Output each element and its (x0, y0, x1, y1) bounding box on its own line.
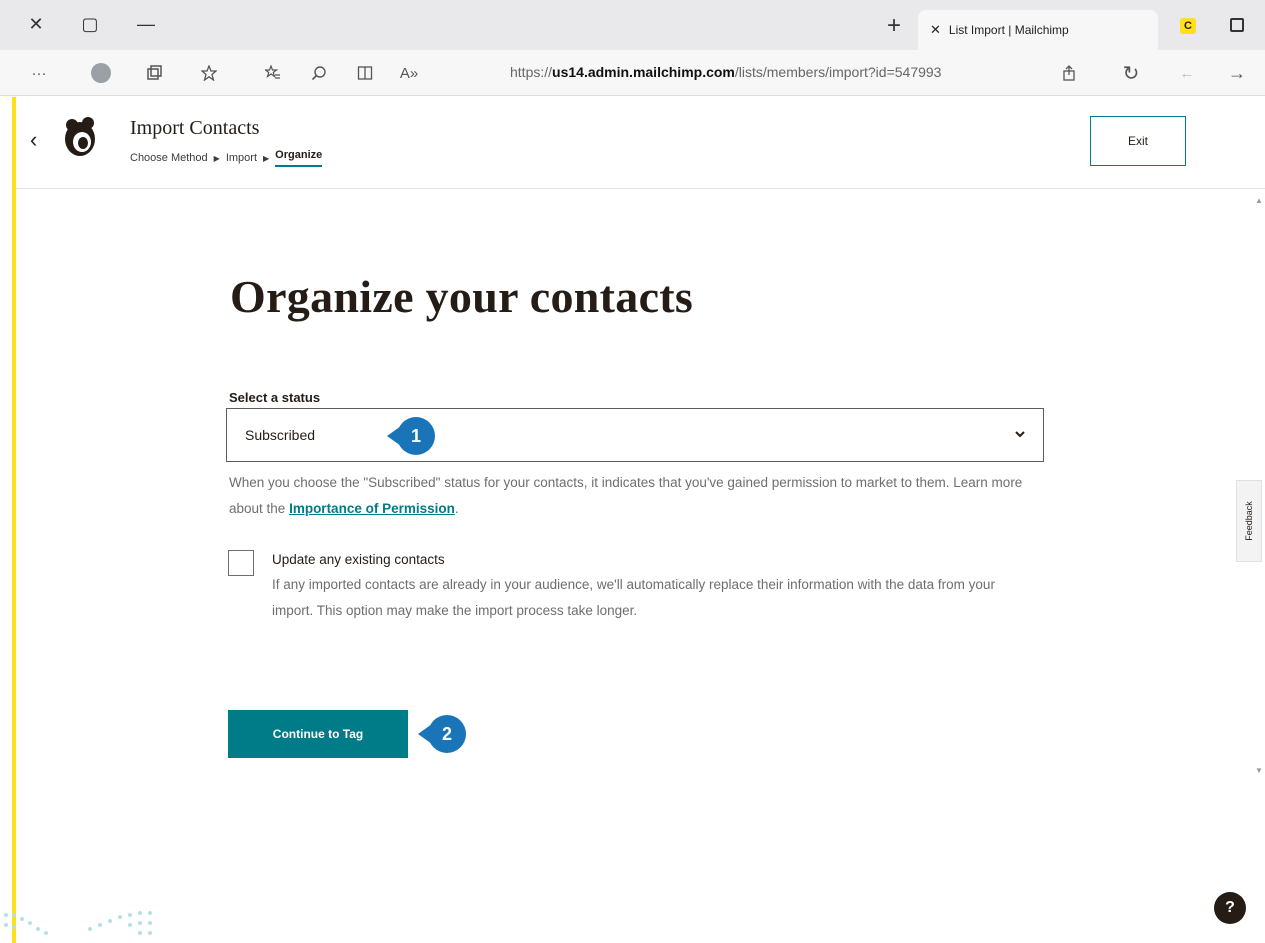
mailchimp-extension-icon[interactable]: C (1180, 18, 1196, 34)
tab-actions-icon[interactable] (1230, 18, 1244, 32)
app-header: ‹ Import Contacts Choose Method ▶ Import… (16, 97, 1265, 189)
mailchimp-logo[interactable] (60, 115, 100, 159)
back-icon[interactable]: ← (1176, 62, 1198, 84)
update-existing-checkbox[interactable] (228, 550, 254, 576)
exit-button[interactable]: Exit (1090, 116, 1186, 166)
url-path: /lists/members/import?id=547993 (734, 64, 942, 80)
share-icon[interactable] (1058, 62, 1080, 84)
brand-accent-bar (12, 97, 16, 943)
update-existing-description: If any imported contacts are already in … (272, 577, 995, 618)
tab-close-icon[interactable]: ✕ (930, 22, 941, 38)
more-icon[interactable]: ··· (28, 62, 50, 84)
url-prefix: https:// (510, 64, 553, 80)
browser-toolbar: ··· A» https://us14.admin.mailchimp.com/… (0, 50, 1265, 96)
reader-icon[interactable] (354, 62, 376, 84)
importance-of-permission-link[interactable]: Importance of Permission (289, 501, 455, 516)
collections-icon[interactable] (143, 62, 165, 84)
main-heading: Organize your contacts (230, 271, 694, 322)
breadcrumb-separator-icon: ▶ (263, 153, 270, 163)
page-title: Import Contacts (130, 117, 260, 139)
window-restore-icon[interactable]: ▢ (78, 12, 102, 36)
chevron-down-icon (1015, 431, 1025, 438)
url-host: us14.admin.mailchimp.com (552, 64, 735, 80)
tab-title: List Import | Mailchimp (948, 23, 1069, 37)
breadcrumb-import[interactable]: Import (226, 152, 257, 164)
help-text-end: . (454, 501, 459, 516)
browser-tab[interactable]: ✕ List Import | Mailchimp (918, 10, 1158, 50)
feedback-label: Feedback (1244, 501, 1254, 541)
callout-badge-1: 1 (387, 417, 435, 455)
status-select-value: Subscribed (245, 427, 316, 443)
refresh-icon[interactable]: ↻ (1120, 62, 1142, 85)
window-close-icon[interactable]: ✕ (24, 12, 48, 36)
new-tab-icon[interactable]: + (880, 12, 908, 40)
find-icon[interactable] (308, 62, 330, 84)
read-aloud-icon[interactable]: A» (398, 62, 420, 84)
help-button[interactable]: ? (1214, 892, 1246, 924)
forward-icon[interactable]: → (1226, 62, 1248, 84)
feedback-tab[interactable]: Feedback (1236, 480, 1262, 562)
decorative-dots (4, 911, 152, 935)
callout-badge-2: 2 (418, 715, 466, 753)
status-help-text: When you choose the "Subscribed" status … (229, 470, 1029, 522)
browser-titlebar: ✕ ▢ — + ✕ List Import | Mailchimp C (0, 0, 1265, 50)
favorites-icon[interactable] (198, 62, 220, 84)
continue-to-tag-button[interactable]: Continue to Tag (228, 710, 408, 758)
breadcrumb-separator-icon: ▶ (213, 153, 220, 163)
breadcrumb-organize: Organize (275, 149, 323, 167)
window-minimize-icon[interactable]: — (134, 12, 158, 36)
status-select[interactable]: Subscribed (226, 408, 1044, 462)
breadcrumb: Choose Method ▶ Import ▶ Organize (130, 149, 323, 167)
breadcrumb-choose-method[interactable]: Choose Method (130, 152, 208, 164)
favorites-bar-icon[interactable] (262, 62, 284, 84)
update-existing-label[interactable]: Update any existing contacts (272, 552, 445, 567)
address-bar[interactable]: https://us14.admin.mailchimp.com/lists/m… (510, 64, 941, 80)
scrollbar-down-icon[interactable]: ▼ (1255, 766, 1263, 775)
status-label: Select a status (229, 390, 321, 405)
scrollbar-up-icon[interactable]: ▲ (1255, 196, 1263, 205)
profile-icon[interactable] (90, 62, 112, 84)
back-chevron-icon[interactable]: ‹ (30, 127, 37, 153)
